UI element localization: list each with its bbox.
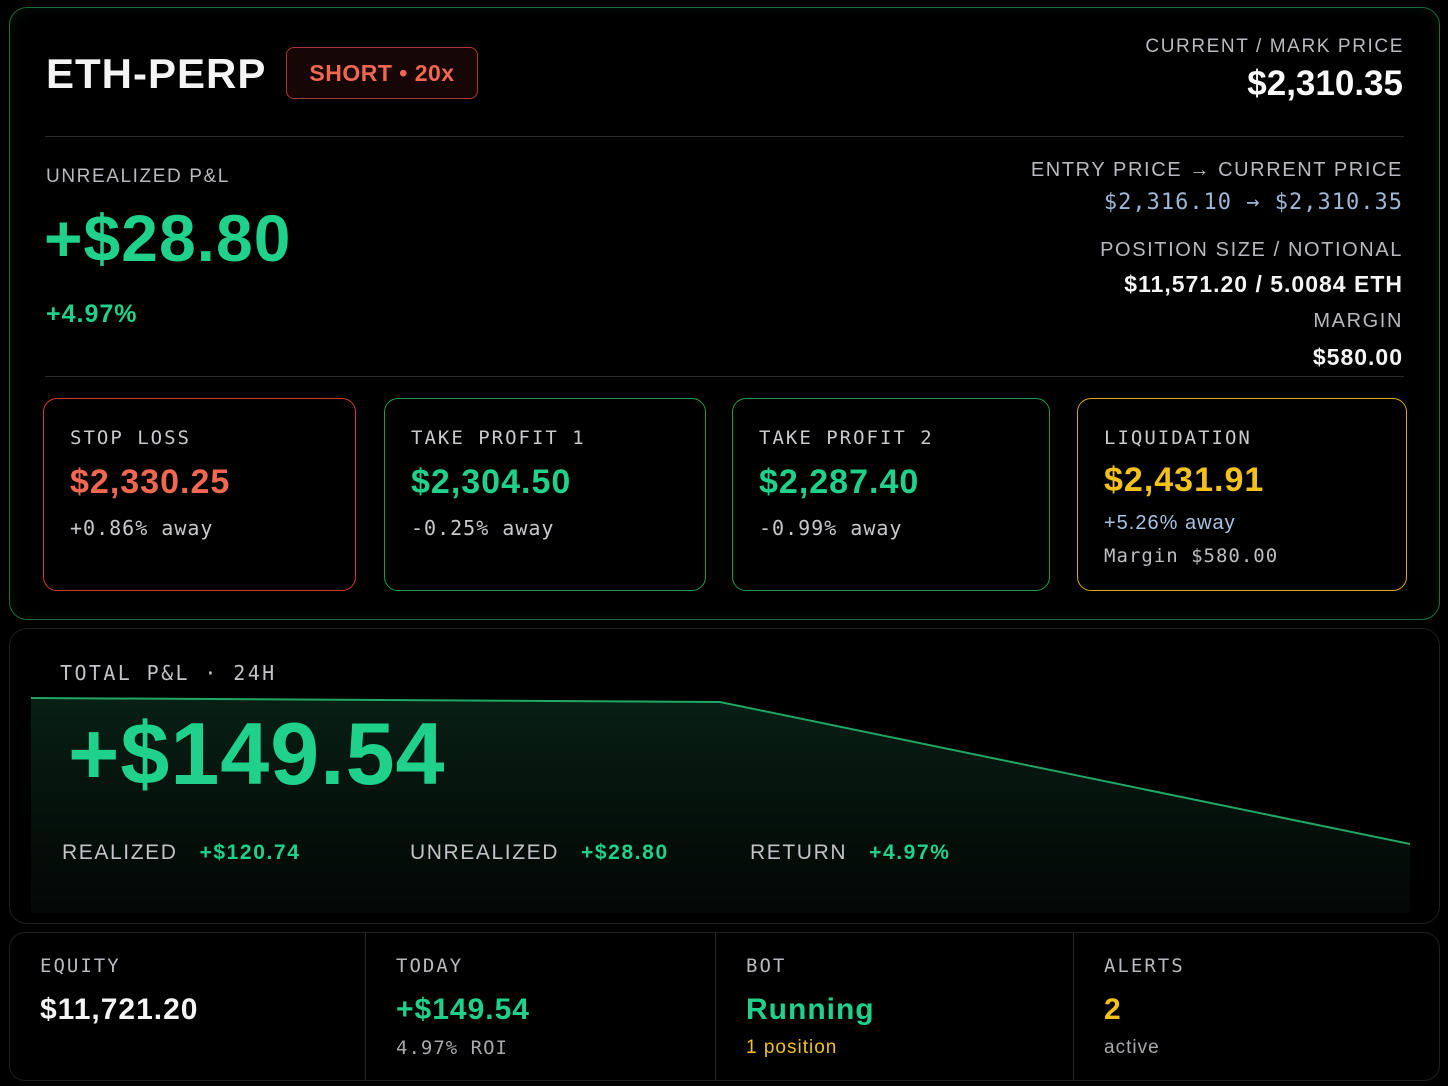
liquidation-margin: Margin $580.00 xyxy=(1104,545,1279,567)
alerts-stat[interactable]: ALERTS 2 active xyxy=(1073,933,1439,1080)
today-roi: 4.97% ROI xyxy=(396,1037,508,1059)
total-pnl-value: +$149.54 xyxy=(68,704,446,803)
alerts-count: 2 xyxy=(1104,993,1122,1026)
symbol-title: ETH-PERP xyxy=(46,50,267,97)
side-leverage-badge: SHORT • 20x xyxy=(286,47,478,99)
entry-current-value: $2,316.10 → $2,310.35 xyxy=(1103,190,1403,215)
alerts-label: ALERTS xyxy=(1104,955,1185,977)
liquidation-card[interactable]: LIQUIDATION $2,431.91 +5.26% away Margin… xyxy=(1077,398,1407,591)
take-profit-2-price: $2,287.40 xyxy=(759,463,920,501)
header-divider xyxy=(45,136,1404,137)
equity-value: $11,721.20 xyxy=(40,993,199,1026)
today-value: +$149.54 xyxy=(396,993,530,1026)
mark-price-value: $2,310.35 xyxy=(1247,64,1403,103)
unrealized-pnl-percent: +4.97% xyxy=(46,300,138,328)
position-card: ETH-PERP SHORT • 20x CURRENT / MARK PRIC… xyxy=(9,7,1440,620)
return-value: +4.97% xyxy=(869,841,951,864)
take-profit-1-price: $2,304.50 xyxy=(411,463,572,501)
unrealized-stat: UNREALIZED +$28.80 xyxy=(410,841,669,865)
position-size-value: $11,571.20 / 5.0084 ETH xyxy=(1124,271,1403,297)
realized-stat: REALIZED +$120.74 xyxy=(62,841,300,865)
margin-value: $580.00 xyxy=(1312,344,1403,370)
mark-price-label: CURRENT / MARK PRICE xyxy=(1145,36,1404,57)
take-profit-2-distance: -0.99% away xyxy=(759,516,903,540)
unrealized-label: UNREALIZED xyxy=(410,841,560,864)
take-profit-1-label: TAKE PROFIT 1 xyxy=(411,427,586,449)
unrealized-pnl-value: +$28.80 xyxy=(44,201,292,275)
stats-strip: EQUITY $11,721.20 TODAY +$149.54 4.97% R… xyxy=(9,932,1440,1081)
entry-current-label: ENTRY PRICE → CURRENT PRICE xyxy=(1030,159,1403,181)
stop-loss-card[interactable]: STOP LOSS $2,330.25 +0.86% away xyxy=(43,398,356,591)
take-profit-1-distance: -0.25% away xyxy=(411,516,555,540)
equity-stat: EQUITY $11,721.20 xyxy=(10,933,365,1080)
liquidation-price: $2,431.91 xyxy=(1104,461,1265,499)
bot-status: Running xyxy=(746,993,875,1026)
today-label: TODAY xyxy=(396,955,464,977)
margin-label: MARGIN xyxy=(1313,310,1403,332)
unrealized-pnl-label: UNREALIZED P&L xyxy=(46,166,230,187)
equity-label: EQUITY xyxy=(40,955,121,977)
realized-value: +$120.74 xyxy=(199,841,301,864)
realized-label: REALIZED xyxy=(62,841,178,864)
liquidation-distance: +5.26% away xyxy=(1104,512,1236,534)
stop-loss-price: $2,330.25 xyxy=(70,463,231,501)
levels-divider xyxy=(45,376,1404,377)
stop-loss-distance: +0.86% away xyxy=(70,516,214,540)
position-size-label: POSITION SIZE / NOTIONAL xyxy=(1100,239,1403,261)
today-stat: TODAY +$149.54 4.97% ROI xyxy=(365,933,715,1080)
take-profit-2-label: TAKE PROFIT 2 xyxy=(759,427,934,449)
alerts-sub: active xyxy=(1104,1037,1160,1058)
bot-stat[interactable]: BOT Running 1 position xyxy=(715,933,1073,1080)
total-pnl-card: TOTAL P&L · 24H +$149.54 REALIZED +$120.7… xyxy=(9,628,1440,924)
take-profit-1-card[interactable]: TAKE PROFIT 1 $2,304.50 -0.25% away xyxy=(384,398,706,591)
bot-positions: 1 position xyxy=(746,1037,838,1058)
return-stat: RETURN +4.97% xyxy=(750,841,951,865)
unrealized-value: +$28.80 xyxy=(581,841,669,864)
bot-label: BOT xyxy=(746,955,787,977)
total-pnl-label: TOTAL P&L · 24H xyxy=(60,661,277,685)
stop-loss-label: STOP LOSS xyxy=(70,427,191,449)
liquidation-label: LIQUIDATION xyxy=(1104,427,1252,449)
return-label: RETURN xyxy=(750,841,848,864)
take-profit-2-card[interactable]: TAKE PROFIT 2 $2,287.40 -0.99% away xyxy=(732,398,1050,591)
